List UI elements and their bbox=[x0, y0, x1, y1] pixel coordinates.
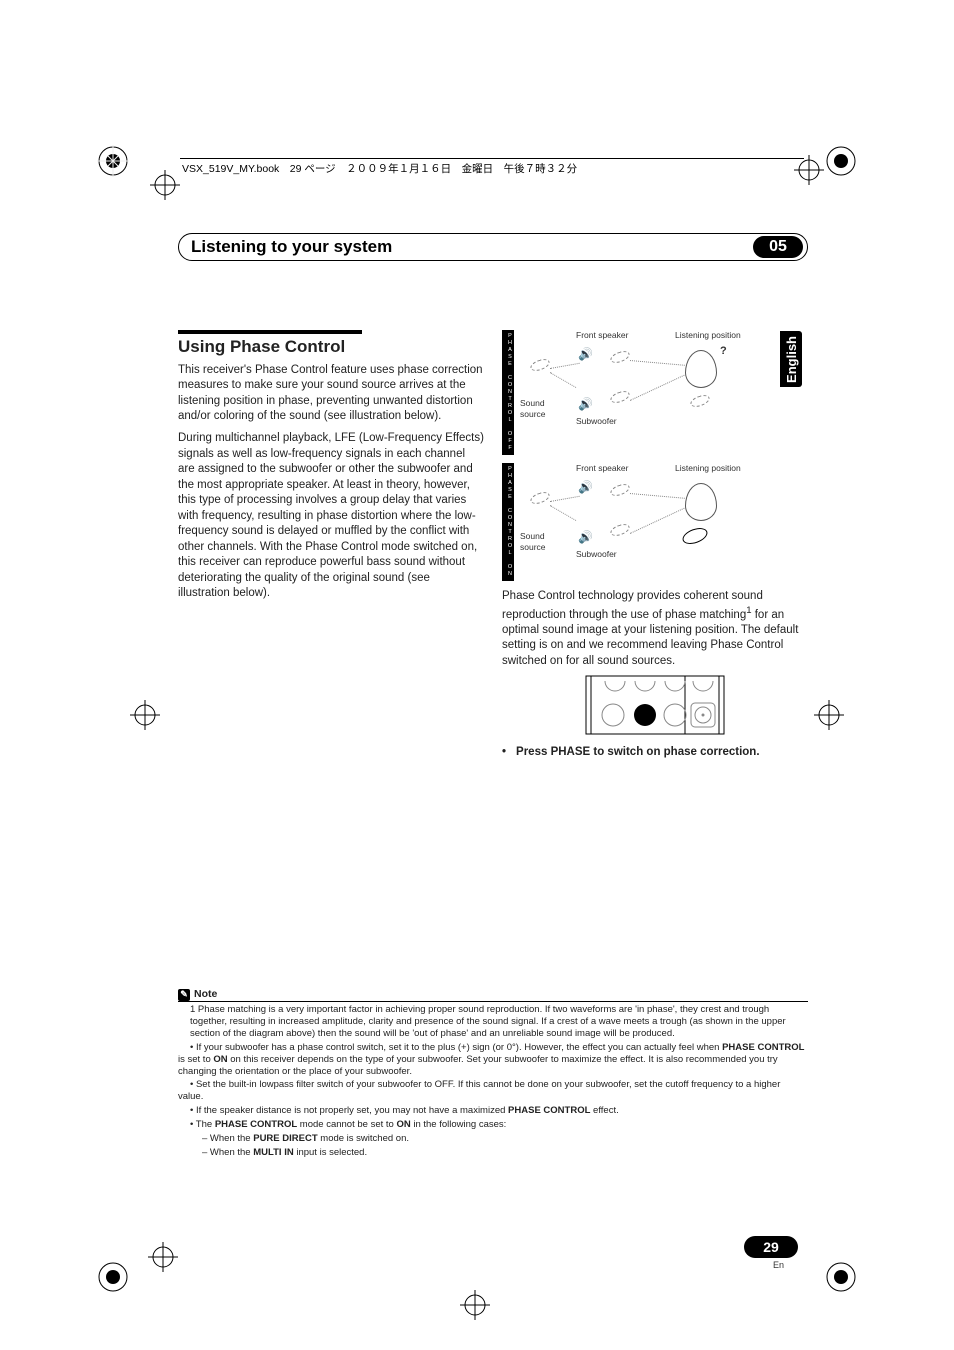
footnote-text: • Set the built-in lowpass filter switch… bbox=[178, 1079, 808, 1103]
crosshair-icon bbox=[814, 700, 844, 730]
guitar-icon bbox=[609, 349, 631, 365]
listening-position-label: Listening position bbox=[675, 463, 741, 474]
phase-on-diagram: PHASE CONTROL ON Front speaker Listening… bbox=[502, 463, 808, 581]
signal-path-line bbox=[550, 372, 576, 388]
guitar-icon bbox=[609, 389, 631, 405]
phase-on-label: PHASE CONTROL ON bbox=[502, 463, 514, 581]
section-heading: Using Phase Control bbox=[178, 330, 362, 359]
signal-path-line bbox=[630, 493, 685, 499]
right-column: PHASE CONTROL OFF Front speaker Listenin… bbox=[502, 330, 808, 761]
crosshair-icon bbox=[150, 170, 180, 200]
chapter-title: Listening to your system bbox=[191, 237, 753, 257]
sound-source-label: Sound source bbox=[520, 398, 560, 421]
signal-path-line bbox=[550, 496, 580, 502]
footnote-text: – When the PURE DIRECT mode is switched … bbox=[178, 1133, 808, 1145]
note-heading: ✎ Note bbox=[178, 988, 808, 1001]
crop-mark-icon bbox=[96, 144, 130, 178]
ear-icon bbox=[685, 483, 717, 521]
footnote-text: • If the speaker distance is not properl… bbox=[178, 1105, 808, 1117]
crop-mark-icon bbox=[96, 1260, 130, 1294]
body-paragraph: Phase Control technology provides cohere… bbox=[502, 589, 808, 669]
speaker-icon: 🔊 bbox=[578, 346, 593, 362]
remote-control-figure bbox=[585, 675, 725, 735]
note-rule bbox=[178, 1001, 808, 1002]
question-mark: ? bbox=[720, 344, 727, 359]
crosshair-icon bbox=[794, 155, 824, 185]
crosshair-icon bbox=[130, 700, 160, 730]
body-paragraph: This receiver's Phase Control feature us… bbox=[178, 363, 484, 425]
footnote-text: • The PHASE CONTROL mode cannot be set t… bbox=[178, 1119, 808, 1131]
front-speaker-label: Front speaker bbox=[576, 330, 628, 341]
subwoofer-label: Subwoofer bbox=[576, 416, 617, 427]
guitar-icon bbox=[609, 482, 631, 498]
speaker-icon: 🔊 bbox=[578, 479, 593, 495]
ear-icon bbox=[685, 350, 717, 388]
crosshair-icon bbox=[148, 1242, 178, 1272]
footnote-text: • If your subwoofer has a phase control … bbox=[178, 1042, 808, 1078]
footnote-text: – When the MULTI IN input is selected. bbox=[178, 1147, 808, 1159]
crop-mark-icon bbox=[824, 1260, 858, 1294]
bullet-icon: • bbox=[502, 745, 506, 761]
note-icon: ✎ bbox=[178, 989, 190, 1001]
phase-off-diagram: PHASE CONTROL OFF Front speaker Listenin… bbox=[502, 330, 808, 455]
footnote-text: 1 Phase matching is a very important fac… bbox=[178, 1004, 808, 1040]
speaker-icon: 🔊 bbox=[578, 396, 593, 412]
body-paragraph: During multichannel playback, LFE (Low-F… bbox=[178, 431, 484, 602]
phase-off-label: PHASE CONTROL OFF bbox=[502, 330, 514, 455]
guitar-icon bbox=[609, 522, 631, 538]
file-header: VSX_519V_MY.book 29 ページ ２００９年１月１６日 金曜日 午… bbox=[182, 161, 577, 176]
chapter-number: 05 bbox=[753, 236, 803, 258]
page-number: 29 bbox=[744, 1236, 798, 1258]
speaker-icon: 🔊 bbox=[578, 529, 593, 545]
guitar-icon bbox=[689, 393, 711, 409]
signal-path-line bbox=[630, 508, 685, 534]
instruction-bullet: • Press PHASE to switch on phase correct… bbox=[502, 745, 808, 761]
sound-source-label: Sound source bbox=[520, 531, 560, 554]
guitar-icon bbox=[529, 357, 551, 373]
footnotes: ✎ Note 1 Phase matching is a very import… bbox=[178, 988, 808, 1161]
signal-path-line bbox=[550, 363, 580, 369]
guitar-icon bbox=[529, 490, 551, 506]
subwoofer-label: Subwoofer bbox=[576, 549, 617, 560]
chapter-bar: Listening to your system 05 bbox=[178, 233, 808, 261]
signal-path-line bbox=[630, 375, 685, 401]
header-rule bbox=[180, 158, 804, 159]
signal-path-line bbox=[550, 505, 576, 521]
guitar-icon bbox=[680, 525, 709, 547]
left-column: Using Phase Control This receiver's Phas… bbox=[178, 330, 484, 761]
listening-position-label: Listening position bbox=[675, 330, 741, 341]
crosshair-icon bbox=[460, 1290, 490, 1320]
signal-path-line bbox=[630, 360, 685, 366]
crop-mark-icon bbox=[824, 144, 858, 178]
front-speaker-label: Front speaker bbox=[576, 463, 628, 474]
page-language-code: En bbox=[773, 1260, 784, 1270]
